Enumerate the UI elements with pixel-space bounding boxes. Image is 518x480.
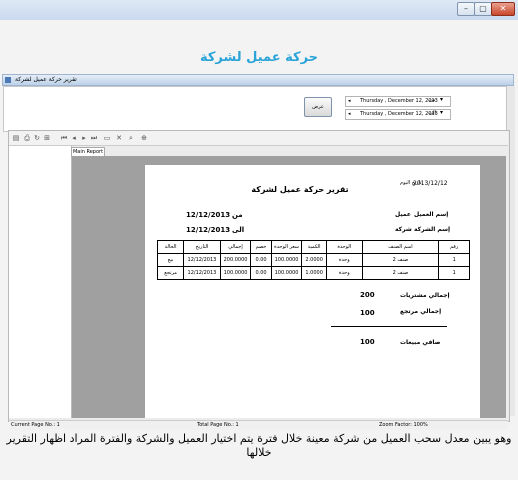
cell-quantity: 1.0000 [301, 266, 327, 280]
report-icon [5, 77, 11, 83]
last-page-icon[interactable]: ⏭ [90, 134, 98, 142]
cell-total: 200.0000 [219, 253, 252, 267]
cell-date: 12/12/2013 [183, 266, 221, 280]
calendar-arrow-icon: ◂ [348, 98, 351, 104]
total-returns-label: إجمالي مرتجع [400, 308, 442, 315]
net-sales-value: 100 [360, 338, 375, 346]
col-unit-price: سعر الوحدة [270, 240, 303, 254]
total-page-status: Total Page No.: 1 [197, 422, 239, 428]
company-label: إسم الشركة [414, 226, 451, 233]
refresh-icon[interactable]: ↻ [33, 134, 41, 142]
to-date-value: Thursday , December 12, 2013 [360, 111, 438, 117]
viewer-status-bar: Current Page No.: 1 Total Page No.: 1 Zo… [9, 420, 508, 430]
table-row: بيع 12/12/2013 200.0000 0.00 100.0000 2.… [156, 253, 470, 267]
customer-label: إسم العميل [414, 211, 449, 218]
cell-total: 100.0000 [219, 266, 252, 280]
col-item-name: اسم الصنف [361, 240, 440, 254]
maximize-button[interactable]: ▢ [474, 2, 492, 16]
col-unit: الوحدة [325, 240, 363, 254]
col-number: رقم [438, 240, 470, 254]
cell-discount: 0.00 [250, 253, 272, 267]
caption-text: وهو يبين معدل سحب العميل من شركة معينة خ… [6, 432, 512, 459]
col-discount: خصم [250, 240, 272, 254]
from-dropdown-icon[interactable]: ▾ [440, 96, 443, 103]
current-page-status: Current Page No.: 1 [11, 422, 60, 428]
report-panel-title: تقرير حركة عميل لشركة [15, 76, 77, 83]
to-dropdown-icon[interactable]: ▾ [440, 109, 443, 116]
calendar-arrow-icon: ◂ [348, 111, 351, 117]
cell-number: 1 [438, 266, 470, 280]
tree-toggle-icon[interactable]: ⊞ [43, 134, 51, 142]
cell-discount: 0.00 [250, 266, 272, 280]
to-label: الى [429, 110, 437, 116]
table-row: مرتجع 12/12/2013 100.0000 0.00 100.0000 … [156, 266, 470, 280]
col-status: الحالة [156, 240, 185, 254]
cell-status: مرتجع [156, 266, 185, 280]
first-page-icon[interactable]: ⏮ [60, 134, 68, 142]
from-date-report: 12/12/2013 [186, 211, 231, 219]
totals-divider [331, 326, 447, 327]
cell-status: بيع [156, 253, 185, 267]
show-report-button[interactable]: عرض [304, 97, 332, 117]
goto-page-icon[interactable]: ▭ [103, 134, 111, 142]
total-returns-value: 100 [360, 309, 375, 317]
transactions-table: الحالة التاريخ إجمالي خصم سعر الوحدة الك… [156, 240, 470, 280]
customer-value: عميل [395, 211, 411, 218]
company-value: شركة [395, 226, 412, 233]
close-button[interactable]: ✕ [491, 2, 515, 16]
export-icon[interactable]: ▤ [12, 134, 20, 142]
cell-unit-price: 100.0000 [270, 253, 303, 267]
window-title-bar [0, 0, 518, 21]
group-tree-pane [9, 146, 72, 418]
report-panel-header: تقرير حركة عميل لشركة [2, 74, 514, 86]
cell-item-name: صنف 2 [361, 253, 440, 267]
to-date-label: الى [232, 226, 245, 234]
col-total: إجمالي [219, 240, 252, 254]
close-view-icon[interactable]: ✕ [115, 134, 123, 142]
table-header-row: الحالة التاريخ إجمالي خصم سعر الوحدة الك… [156, 240, 470, 254]
cell-unit: وحدة [325, 266, 363, 280]
total-purchases-value: 200 [360, 291, 375, 299]
cell-unit-price: 100.0000 [270, 266, 303, 280]
prev-page-icon[interactable]: ◂ [70, 134, 78, 142]
report-date-value: 2013/12/12 [413, 180, 448, 187]
zoom-status: Zoom Factor: 100% [379, 422, 428, 428]
next-page-icon[interactable]: ▸ [80, 134, 88, 142]
from-date-label: من [232, 211, 243, 219]
minimize-button[interactable]: – [457, 2, 475, 16]
to-date-report: 12/12/2013 [186, 226, 231, 234]
cell-date: 12/12/2013 [183, 253, 221, 267]
net-sales-label: صافي مبيعات [400, 339, 441, 346]
report-title: تقرير حركة عميل لشركة [251, 185, 349, 194]
from-label: من [429, 97, 436, 103]
cell-number: 1 [438, 253, 470, 267]
cell-item-name: صنف 2 [361, 266, 440, 280]
page-title: حركة عميل لشركة [199, 50, 319, 65]
total-purchases-label: إجمالي مشتريات [400, 292, 450, 299]
search-icon[interactable]: ⌕ [127, 134, 135, 142]
cell-unit: وحدة [325, 253, 363, 267]
print-icon[interactable]: ⎙ [23, 134, 31, 142]
from-date-value: Thursday , December 12, 2013 [360, 98, 438, 104]
col-quantity: الكمية [301, 240, 327, 254]
col-date: التاريخ [183, 240, 221, 254]
cell-quantity: 2.0000 [301, 253, 327, 267]
zoom-icon[interactable]: ⊕ [140, 134, 148, 142]
